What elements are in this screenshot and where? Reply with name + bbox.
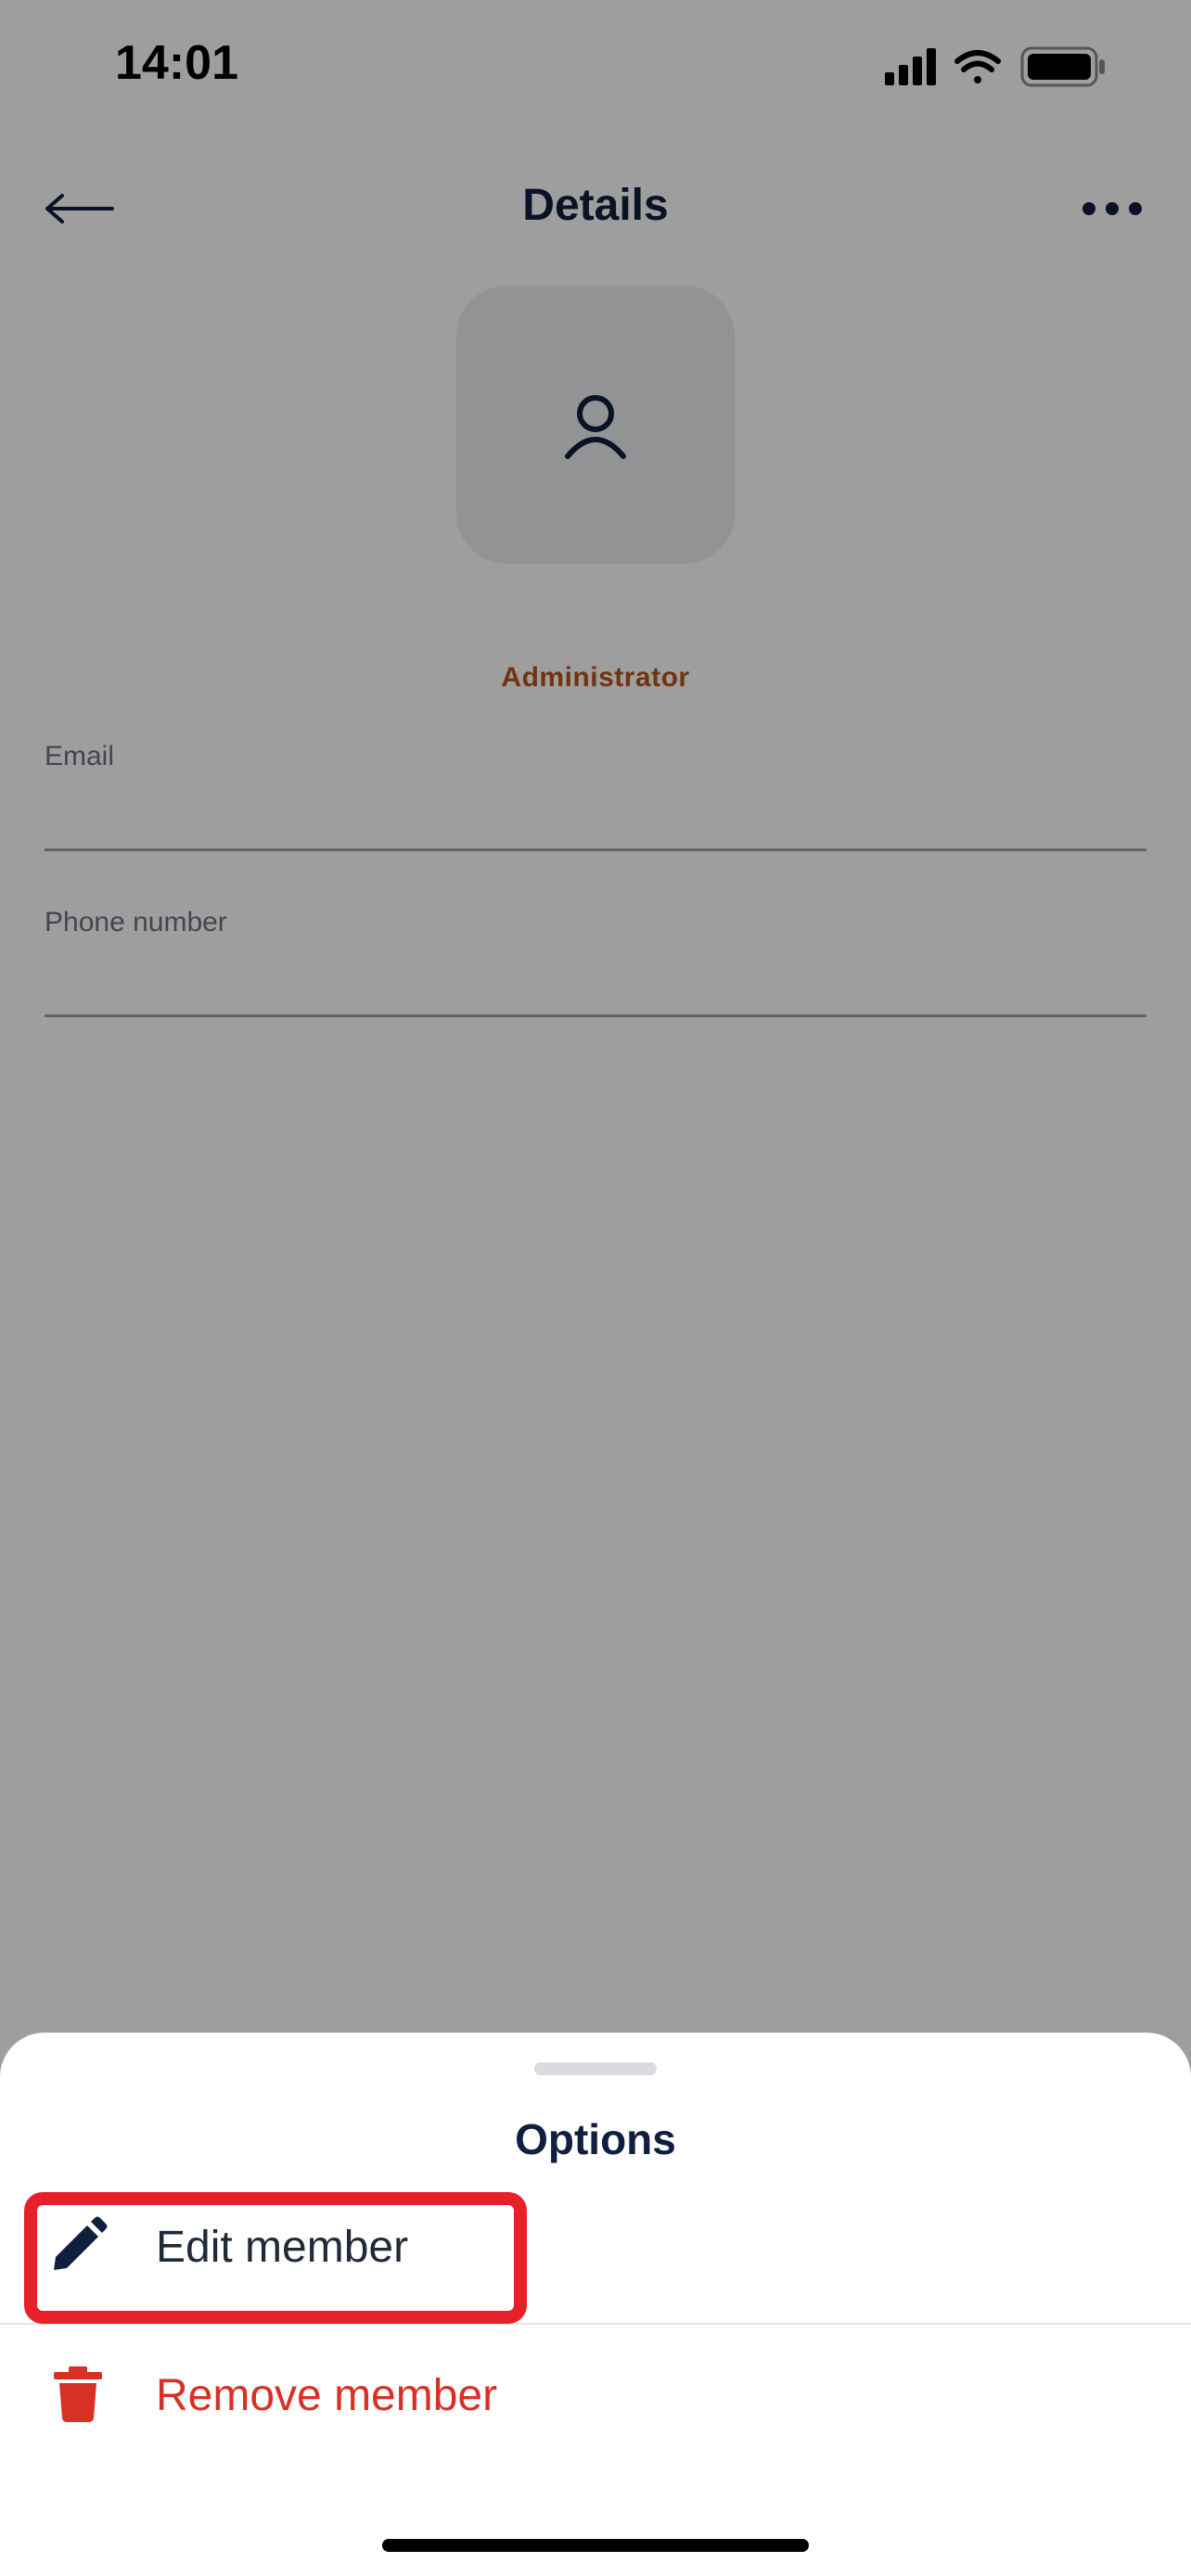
home-indicator: [382, 2539, 809, 2552]
sheet-title: Options: [515, 2115, 676, 2163]
sheet-divider: [0, 2323, 1191, 2325]
edit-member-label: Edit member: [156, 2223, 409, 2272]
pencil-icon: [46, 2214, 109, 2277]
drag-handle[interactable]: [534, 2062, 657, 2075]
remove-member-button[interactable]: Remove member: [0, 2329, 1191, 2459]
edit-member-button[interactable]: Edit member: [0, 2181, 1191, 2311]
screen: 14:01 Details Administrator Email Phone …: [0, 0, 1191, 2576]
remove-member-label: Remove member: [156, 2371, 498, 2420]
options-sheet: Options Edit member Remove member: [0, 2033, 1191, 2576]
trash-icon: [46, 2363, 109, 2426]
